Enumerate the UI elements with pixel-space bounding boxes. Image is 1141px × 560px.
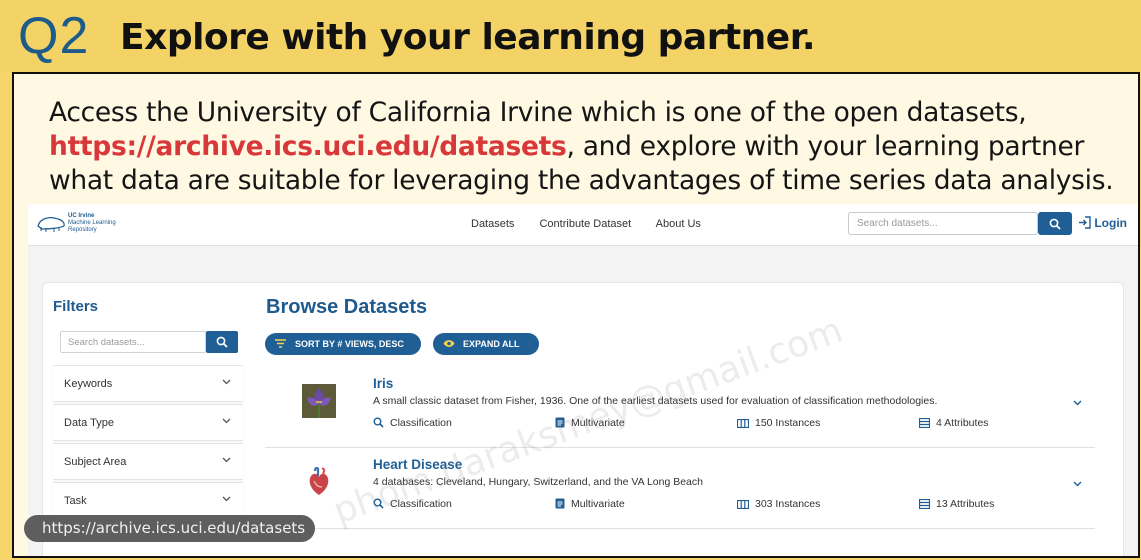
expand-label: EXPAND ALL [463, 339, 520, 349]
search-icon [373, 498, 384, 509]
chevron-down-icon [222, 457, 231, 463]
browser-screenshot: UC Irvine Machine Learning Repository Da… [28, 204, 1138, 556]
eye-icon [443, 340, 455, 347]
filter-keywords[interactable]: Keywords [53, 365, 243, 402]
heart-image [302, 465, 336, 499]
instances-label: 303 Instances [755, 498, 821, 510]
login-icon [1079, 216, 1091, 229]
document-icon [555, 417, 565, 428]
columns-icon [736, 418, 750, 429]
table-icon [918, 498, 931, 510]
anteater-logo-icon [37, 217, 65, 232]
nav-contribute-dataset[interactable]: Contribute Dataset [539, 218, 631, 230]
dataset-description: A small classic dataset from Fisher, 193… [373, 395, 938, 407]
nav-search-button[interactable] [1038, 212, 1072, 235]
filter-task[interactable]: Task [53, 482, 243, 519]
document-icon [555, 498, 565, 509]
filter-label: Task [64, 495, 87, 507]
expand-all-button[interactable]: EXPAND ALL [433, 333, 539, 355]
search-icon [1049, 218, 1061, 230]
dataset-instances: 303 Instances [736, 498, 821, 510]
dataset-task: Classification [373, 498, 452, 510]
chevron-down-icon[interactable] [1073, 400, 1082, 406]
task-label: Classification [390, 417, 452, 429]
slide-header: Q2 Explore with your learning partner. [0, 0, 1141, 72]
url-tooltip: https://archive.ics.uci.edu/datasets [24, 515, 316, 542]
dataset-data-type: Multivariate [555, 498, 625, 510]
description-part1: Access the University of California Irvi… [49, 97, 1027, 128]
dataset-attributes: 4 Attributes [918, 417, 989, 429]
table-icon [918, 417, 931, 429]
instances-label: 150 Instances [755, 417, 821, 429]
sort-label: SORT BY # VIEWS, DESC [295, 339, 404, 349]
uci-logo[interactable]: UC Irvine Machine Learning Repository [36, 212, 132, 236]
login-label: Login [1094, 216, 1127, 230]
dataset-link[interactable]: https://archive.ics.uci.edu/datasets [49, 131, 567, 162]
chevron-down-icon [222, 496, 231, 502]
chevron-down-icon[interactable] [1073, 481, 1082, 487]
data-type-label: Multivariate [571, 417, 625, 429]
slide-title: Explore with your learning partner. [120, 17, 816, 58]
login-link[interactable]: Login [1078, 216, 1127, 230]
filter-data-type[interactable]: Data Type [53, 404, 243, 441]
filters-title: Filters [53, 298, 99, 315]
attributes-label: 4 Attributes [936, 417, 989, 429]
nav-search-input[interactable] [848, 212, 1038, 235]
logo-line-2: Machine Learning [68, 220, 116, 226]
dataset-row-heart-disease[interactable]: Heart Disease 4 databases: Cleveland, Hu… [265, 449, 1095, 529]
chevron-down-icon [222, 379, 231, 385]
nav-datasets[interactable]: Datasets [471, 218, 514, 230]
site-navbar: UC Irvine Machine Learning Repository Da… [28, 204, 1138, 246]
filter-label: Data Type [64, 417, 114, 429]
dataset-row-iris[interactable]: Iris A small classic dataset from Fisher… [265, 368, 1095, 448]
dataset-instances: 150 Instances [736, 417, 821, 429]
logo-line-1: UC Irvine [68, 213, 95, 219]
filter-label: Subject Area [64, 456, 127, 468]
browse-title: Browse Datasets [266, 296, 428, 318]
logo-text: UC Irvine Machine Learning Repository [68, 213, 116, 234]
dataset-description: 4 databases: Cleveland, Hungary, Switzer… [373, 476, 703, 488]
data-type-label: Multivariate [571, 498, 625, 510]
nav-about-us[interactable]: About Us [656, 218, 701, 230]
columns-icon [736, 499, 750, 510]
attributes-label: 13 Attributes [936, 498, 995, 510]
question-label: Q2 [18, 7, 90, 65]
filter-search-input[interactable] [60, 331, 206, 353]
content-panel: Access the University of California Irvi… [12, 72, 1140, 558]
chevron-down-icon [222, 418, 231, 424]
dataset-data-type: Multivariate [555, 417, 625, 429]
dataset-name[interactable]: Iris [373, 376, 393, 391]
description-text: Access the University of California Irvi… [49, 96, 1129, 198]
filter-label: Keywords [64, 378, 113, 390]
dataset-attributes: 13 Attributes [918, 498, 995, 510]
dataset-task: Classification [373, 417, 452, 429]
iris-flower-image [302, 384, 336, 418]
logo-line-3: Repository [68, 227, 97, 233]
search-icon [373, 417, 384, 428]
dataset-name[interactable]: Heart Disease [373, 457, 462, 472]
filter-subject-area[interactable]: Subject Area [53, 443, 243, 480]
sort-icon [275, 339, 286, 348]
nav-links: Datasets Contribute Dataset About Us [471, 218, 723, 230]
task-label: Classification [390, 498, 452, 510]
filter-search-button[interactable] [206, 331, 238, 353]
sort-button[interactable]: SORT BY # VIEWS, DESC [265, 333, 421, 355]
search-icon [216, 336, 228, 348]
